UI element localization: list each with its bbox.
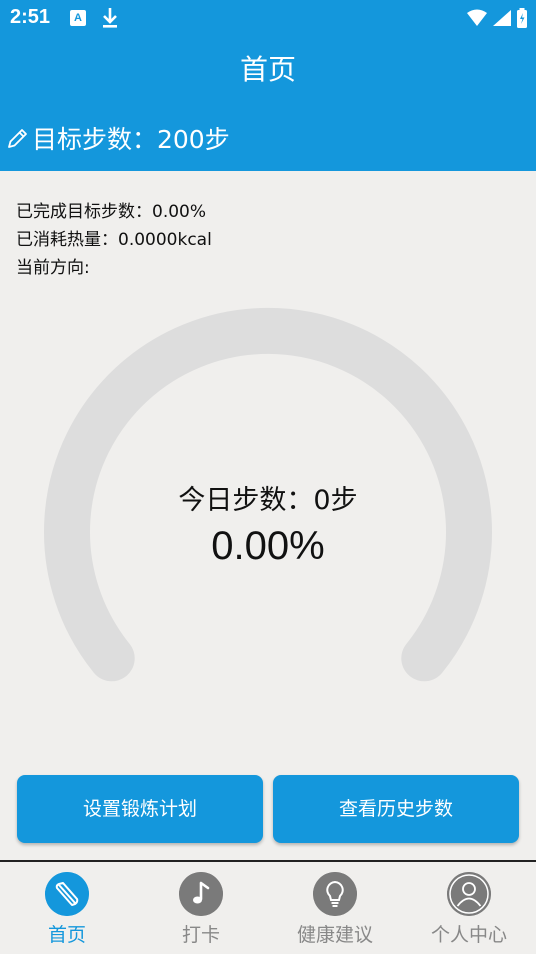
calories-text: 已消耗热量：0.0000kcal bbox=[16, 230, 212, 250]
goal-steps-label: 目标步数：200步 bbox=[32, 124, 230, 154]
direction-text: 当前方向: bbox=[16, 258, 90, 278]
today-percent-text: 0.00% bbox=[211, 524, 325, 568]
nav-label-profile: 个人中心 bbox=[430, 924, 507, 946]
cellular-signal-icon bbox=[493, 10, 511, 26]
music-note-icon bbox=[179, 872, 223, 916]
person-icon bbox=[447, 872, 491, 916]
set-exercise-plan-button[interactable]: 设置锻炼计划 bbox=[17, 775, 263, 843]
nav-item-checkin[interactable]: 打卡 bbox=[134, 862, 268, 954]
status-bar: 2:51 A bbox=[0, 0, 536, 36]
status-time: 2:51 bbox=[10, 6, 51, 28]
view-history-steps-button[interactable]: 查看历史步数 bbox=[273, 775, 519, 843]
battery-icon bbox=[517, 8, 527, 28]
pencil-icon bbox=[8, 128, 27, 148]
stats-panel: 已完成目标步数：0.00% 已消耗热量：0.0000kcal 当前方向: bbox=[16, 198, 212, 282]
app-bar: 首页 bbox=[0, 36, 536, 104]
shoe-icon bbox=[45, 872, 89, 916]
nav-label-health-advice: 健康建议 bbox=[296, 924, 373, 946]
download-icon bbox=[103, 8, 117, 28]
nav-item-health-advice[interactable]: 健康建议 bbox=[268, 862, 402, 954]
wifi-icon bbox=[467, 9, 487, 26]
today-steps-text: 今日步数：0步 bbox=[178, 485, 358, 516]
nav-label-checkin: 打卡 bbox=[181, 924, 220, 946]
completed-goal-text: 已完成目标步数：0.00% bbox=[16, 202, 207, 222]
goal-bar[interactable]: 目标步数：200步 bbox=[0, 104, 536, 171]
nav-label-home: 首页 bbox=[47, 924, 86, 946]
page-title: 首页 bbox=[239, 53, 296, 86]
nav-item-home[interactable]: 首页 bbox=[0, 862, 134, 954]
keyboard-notification-icon: A bbox=[70, 10, 86, 26]
bottom-nav: 首页 打卡 健康建议 个人中心 bbox=[0, 862, 536, 954]
status-icons bbox=[466, 8, 528, 28]
nav-item-profile[interactable]: 个人中心 bbox=[402, 862, 536, 954]
lightbulb-icon bbox=[313, 872, 357, 916]
